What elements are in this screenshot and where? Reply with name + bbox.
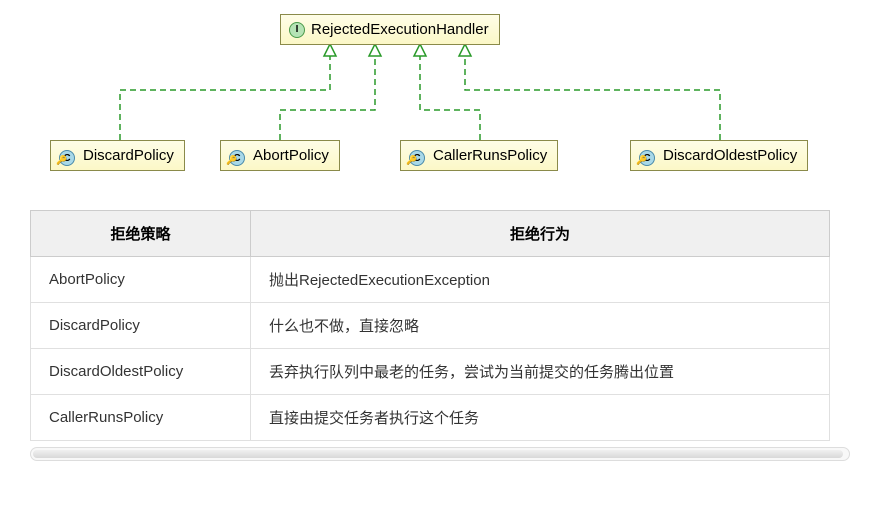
interface-icon: I — [289, 22, 305, 38]
cell-policy: DiscardOldestPolicy — [31, 349, 251, 395]
class-label: AbortPolicy — [253, 147, 329, 164]
table-header-row: 拒绝策略 拒绝行为 — [31, 211, 830, 257]
col-header-policy: 拒绝策略 — [31, 211, 251, 257]
table-row: CallerRunsPolicy 直接由提交任务者执行这个任务 — [31, 395, 830, 441]
cell-behavior: 直接由提交任务者执行这个任务 — [251, 395, 830, 441]
class-box-abort: C🔑 AbortPolicy — [220, 140, 340, 171]
class-box-discard: C🔑 DiscardPolicy — [50, 140, 185, 171]
policy-table: 拒绝策略 拒绝行为 AbortPolicy 抛出RejectedExecutio… — [30, 210, 830, 441]
policy-table-container: 拒绝策略 拒绝行为 AbortPolicy 抛出RejectedExecutio… — [30, 210, 857, 441]
table-row: DiscardPolicy 什么也不做，直接忽略 — [31, 303, 830, 349]
cell-policy: CallerRunsPolicy — [31, 395, 251, 441]
cell-policy: AbortPolicy — [31, 257, 251, 303]
cell-behavior: 抛出RejectedExecutionException — [251, 257, 830, 303]
table-row: AbortPolicy 抛出RejectedExecutionException — [31, 257, 830, 303]
table-row: DiscardOldestPolicy 丢弃执行队列中最老的任务，尝试为当前提交… — [31, 349, 830, 395]
class-box-callerruns: C🔑 CallerRunsPolicy — [400, 140, 558, 171]
class-icon: C🔑 — [59, 148, 77, 164]
cell-policy: DiscardPolicy — [31, 303, 251, 349]
class-label: DiscardOldestPolicy — [663, 147, 797, 164]
class-label: DiscardPolicy — [83, 147, 174, 164]
class-box-discardoldest: C🔑 DiscardOldestPolicy — [630, 140, 808, 171]
interface-label: RejectedExecutionHandler — [311, 21, 489, 38]
cell-behavior: 什么也不做，直接忽略 — [251, 303, 830, 349]
class-icon: C🔑 — [409, 148, 427, 164]
interface-box: I RejectedExecutionHandler — [280, 14, 500, 45]
cell-behavior: 丢弃执行队列中最老的任务，尝试为当前提交的任务腾出位置 — [251, 349, 830, 395]
class-label: CallerRunsPolicy — [433, 147, 547, 164]
class-icon: C🔑 — [639, 148, 657, 164]
horizontal-scrollbar[interactable] — [30, 447, 850, 461]
uml-diagram: I RejectedExecutionHandler C🔑 DiscardPol… — [0, 0, 887, 200]
col-header-behavior: 拒绝行为 — [251, 211, 830, 257]
class-icon: C🔑 — [229, 148, 247, 164]
